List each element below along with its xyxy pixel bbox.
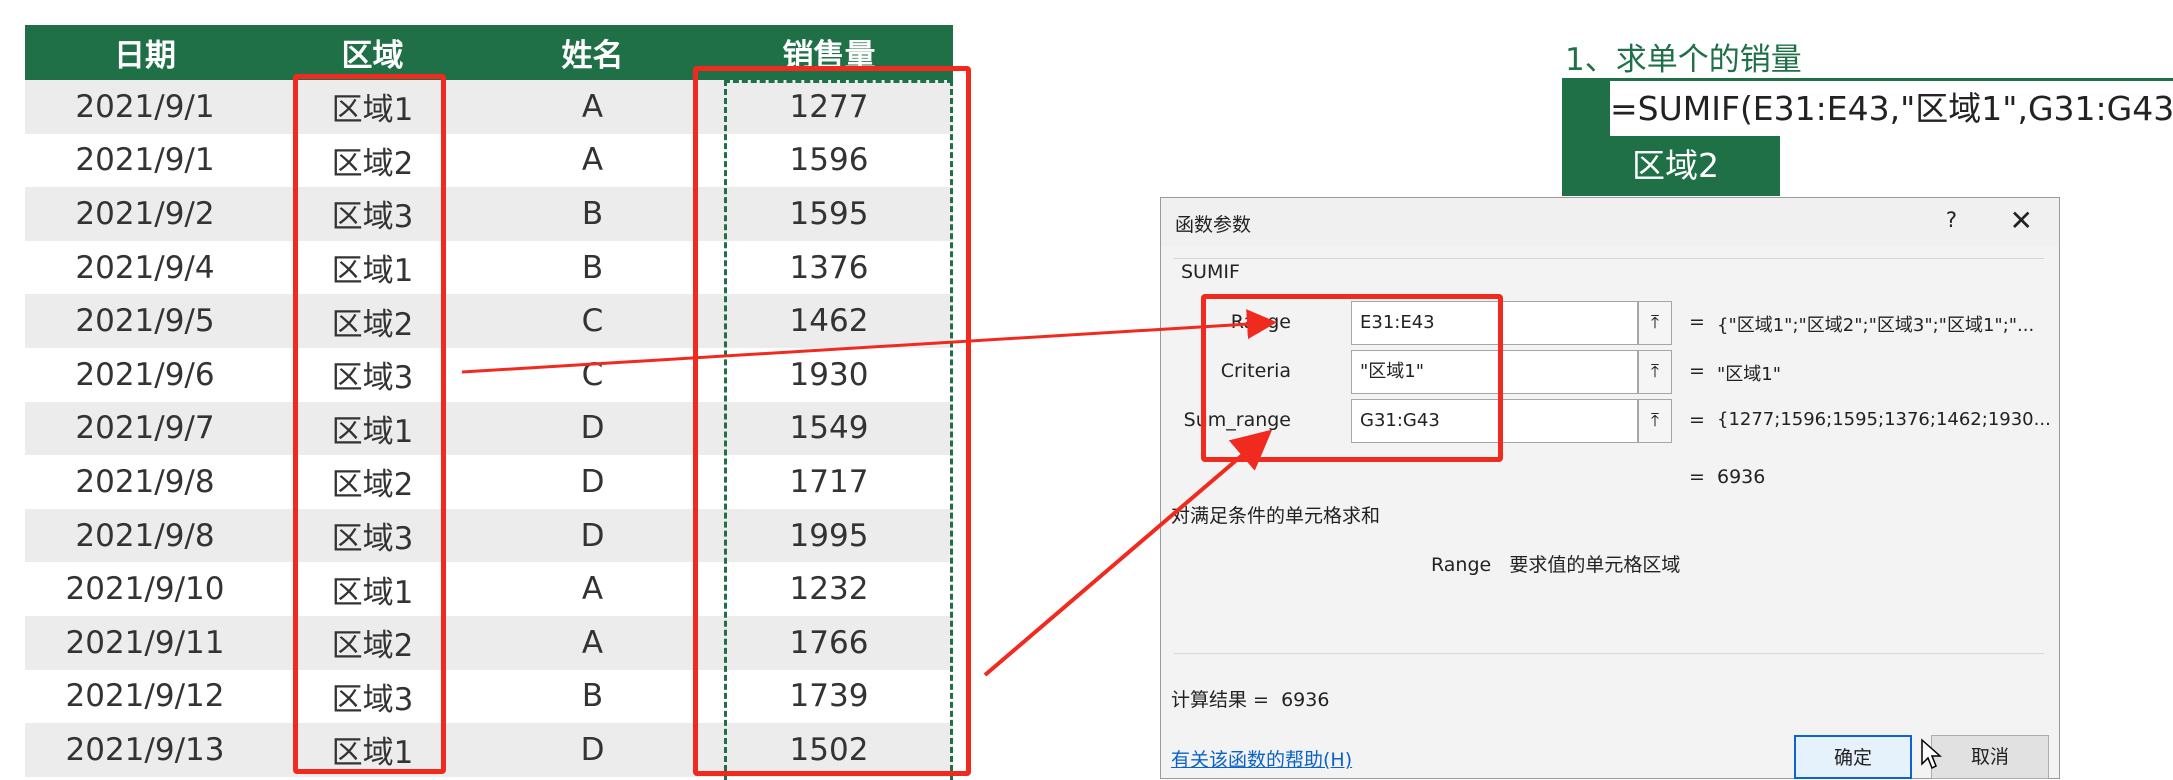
- name-cell[interactable]: B: [480, 196, 705, 232]
- calc-result-value: 6936: [1281, 689, 1330, 711]
- date-cell[interactable]: 2021/9/5: [25, 303, 265, 339]
- name-cell[interactable]: B: [480, 678, 705, 714]
- param-name: Range: [1431, 554, 1492, 576]
- header-name[interactable]: 姓名: [480, 30, 705, 75]
- sales-column-highlight: [693, 66, 971, 776]
- separator: [1174, 653, 2044, 654]
- name-cell[interactable]: C: [480, 357, 705, 393]
- calc-result-label: 计算结果 =: [1171, 689, 1269, 711]
- cell-region2[interactable]: 区域2: [1562, 136, 1780, 196]
- collapse-dialog-icon[interactable]: ⤒: [1638, 301, 1672, 345]
- calc-result: 计算结果 = 6936: [1171, 685, 1329, 712]
- range-value-preview: {"区域1";"区域2";"区域3";"区域1";"...: [1717, 315, 2035, 336]
- formula-cell[interactable]: =SUMIF(E31:E43,"区域1",G31:G43): [1562, 78, 2173, 142]
- name-cell[interactable]: D: [480, 518, 705, 554]
- date-cell[interactable]: 2021/9/1: [25, 89, 265, 125]
- arg-equals: =: [1689, 360, 1705, 382]
- region-column-highlight: [293, 74, 446, 774]
- function-help-link[interactable]: 有关该函数的帮助(H): [1171, 745, 1352, 772]
- dialog-title: 函数参数: [1175, 214, 1252, 236]
- result-equals: =: [1689, 466, 1705, 488]
- dialog-titlebar: 函数参数 ? ✕: [1161, 198, 2059, 246]
- date-cell[interactable]: 2021/9/1: [25, 142, 265, 178]
- formula-text: =SUMIF(E31:E43,"区域1",G31:G43): [1610, 89, 2173, 128]
- formula-cell-left-fill: [1562, 78, 1610, 142]
- date-cell[interactable]: 2021/9/4: [25, 250, 265, 286]
- cancel-button[interactable]: 取消: [1931, 735, 2049, 779]
- date-cell[interactable]: 2021/9/8: [25, 518, 265, 554]
- header-region[interactable]: 区域: [265, 30, 480, 75]
- name-cell[interactable]: C: [480, 303, 705, 339]
- date-cell[interactable]: 2021/9/12: [25, 678, 265, 714]
- name-cell[interactable]: A: [480, 89, 705, 125]
- sum-range-value-preview: {1277;1596;1595;1376;1462;1930...: [1717, 409, 2051, 430]
- param-help: 要求值的单元格区域: [1509, 554, 1681, 576]
- ok-button[interactable]: 确定: [1794, 735, 1912, 779]
- help-icon[interactable]: ?: [1946, 208, 1957, 232]
- function-description: 对满足条件的单元格求和: [1171, 505, 1381, 527]
- name-cell[interactable]: D: [480, 732, 705, 768]
- date-cell[interactable]: 2021/9/2: [25, 196, 265, 232]
- arg-equals: =: [1689, 409, 1705, 431]
- date-cell[interactable]: 2021/9/6: [25, 357, 265, 393]
- function-arguments-dialog: 函数参数 ? ✕ SUMIF Range E31:E43 ⤒ = {"区域1";…: [1160, 197, 2060, 779]
- name-cell[interactable]: A: [480, 142, 705, 178]
- arguments-highlight: [1201, 294, 1503, 462]
- name-cell[interactable]: A: [480, 625, 705, 661]
- header-date[interactable]: 日期: [25, 30, 265, 75]
- date-cell[interactable]: 2021/9/7: [25, 410, 265, 446]
- date-cell[interactable]: 2021/9/8: [25, 464, 265, 500]
- function-name: SUMIF: [1181, 261, 1240, 283]
- arg-equals: =: [1689, 311, 1705, 333]
- date-cell[interactable]: 2021/9/11: [25, 625, 265, 661]
- name-cell[interactable]: D: [480, 464, 705, 500]
- name-cell[interactable]: D: [480, 410, 705, 446]
- collapse-dialog-icon[interactable]: ⤒: [1638, 350, 1672, 394]
- date-cell[interactable]: 2021/9/13: [25, 732, 265, 768]
- date-cell[interactable]: 2021/9/10: [25, 571, 265, 607]
- mouse-cursor-icon: [1921, 738, 1942, 770]
- name-cell[interactable]: B: [480, 250, 705, 286]
- task-title: 1、求单个的销量: [1565, 42, 1802, 78]
- name-cell[interactable]: A: [480, 571, 705, 607]
- close-icon[interactable]: ✕: [2010, 204, 2033, 237]
- formula-result: 6936: [1717, 466, 1766, 488]
- collapse-dialog-icon[interactable]: ⤒: [1638, 399, 1672, 443]
- parameter-description: Range 要求值的单元格区域: [1431, 550, 1680, 577]
- criteria-value-preview: "区域1": [1717, 364, 1782, 385]
